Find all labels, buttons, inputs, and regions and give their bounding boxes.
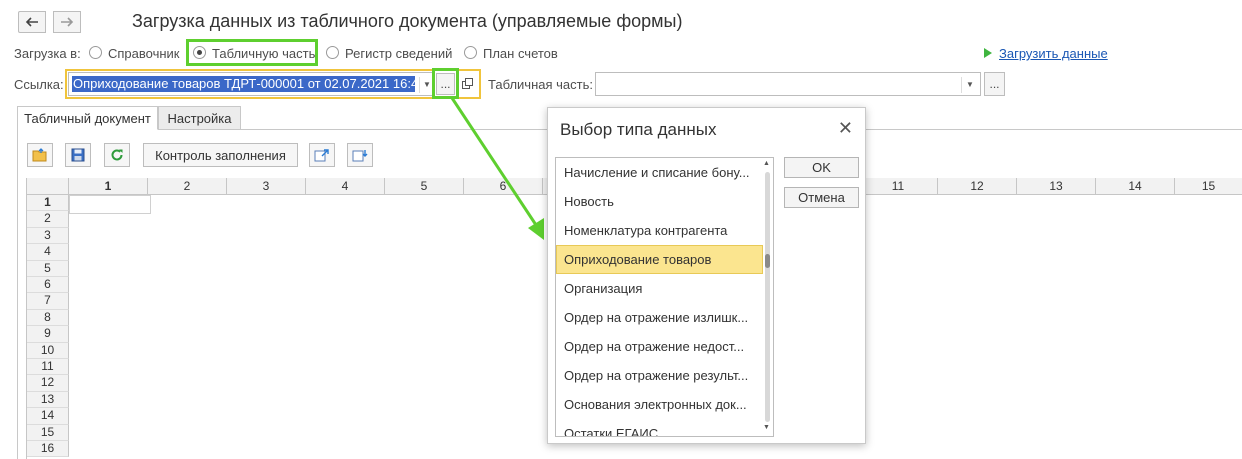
tabular-part-label: Табличная часть: <box>488 77 593 92</box>
radio-info-register[interactable] <box>326 46 339 59</box>
forward-button[interactable] <box>53 11 81 33</box>
list-item[interactable]: Новость <box>556 187 763 216</box>
column-header[interactable]: 15 <box>1175 178 1242 195</box>
list-item[interactable]: Организация <box>556 274 763 303</box>
row-header[interactable]: 3 <box>27 227 69 245</box>
list-item[interactable]: Остатки ЕГАИС <box>556 419 763 436</box>
radio-chart-of-accounts-label[interactable]: План счетов <box>483 46 558 61</box>
row-header[interactable]: 15 <box>27 424 69 441</box>
page-title: Загрузка данных из табличного документа … <box>132 11 683 31</box>
row-header[interactable]: 10 <box>27 342 69 359</box>
row-header[interactable]: 6 <box>27 277 69 294</box>
back-button[interactable] <box>18 11 46 33</box>
column-header[interactable]: 12 <box>938 178 1017 195</box>
scroll-down-icon[interactable]: ▼ <box>763 424 770 431</box>
data-type-dialog: Выбор типа данных ✕ Начисление и списани… <box>547 107 866 444</box>
row-header[interactable]: 7 <box>27 293 69 310</box>
column-header[interactable]: 14 <box>1096 178 1175 195</box>
list-scrollbar[interactable]: ▲ ▼ <box>762 158 772 436</box>
row-header[interactable]: 5 <box>27 260 69 277</box>
tabular-part-input[interactable]: ▼ <box>595 72 981 96</box>
radio-catalog[interactable] <box>89 46 102 59</box>
row-header[interactable]: 13 <box>27 391 69 409</box>
column-header[interactable]: 4 <box>306 178 385 195</box>
save-button[interactable] <box>65 143 91 167</box>
tab-spreadsheet[interactable]: Табличный документ <box>17 106 158 130</box>
reference-label: Ссылка: <box>14 77 64 92</box>
list-item[interactable]: Ордер на отражение излишк... <box>556 303 763 332</box>
close-icon[interactable]: ✕ <box>838 118 853 139</box>
list-item[interactable]: Ордер на отражение недост... <box>556 332 763 361</box>
row-header[interactable]: 12 <box>27 375 69 392</box>
refresh-button[interactable] <box>104 143 130 167</box>
radio-chart-of-accounts[interactable] <box>464 46 477 59</box>
export-button[interactable] <box>309 143 335 167</box>
scroll-thumb[interactable] <box>765 254 770 268</box>
radio-info-register-label[interactable]: Регистр сведений <box>345 46 452 61</box>
open-icon[interactable] <box>462 78 473 89</box>
row-header[interactable]: 4 <box>27 244 69 261</box>
list-item[interactable]: Основания электронных док... <box>556 390 763 419</box>
corner-cell <box>27 178 69 195</box>
play-icon <box>984 48 992 58</box>
tabular-part-dropdown-arrow[interactable]: ▼ <box>961 77 978 93</box>
column-header[interactable]: 1 <box>69 178 148 195</box>
list-item[interactable]: Ордер на отражение результ... <box>556 361 763 390</box>
folder-open-icon <box>32 148 47 162</box>
list-item[interactable]: Начисление и списание бону... <box>556 158 763 187</box>
refresh-icon <box>111 149 123 161</box>
radio-catalog-label[interactable]: Справочник <box>108 46 180 61</box>
reference-input[interactable]: Оприходование товаров ТДРТ-000001 от 02.… <box>68 72 435 96</box>
load-into-label: Загрузка в: <box>14 46 81 61</box>
list-item-selected[interactable]: Оприходование товаров <box>556 245 763 274</box>
load-data-link[interactable]: Загрузить данные <box>999 46 1108 61</box>
import-button[interactable] <box>347 143 373 167</box>
row-header[interactable]: 8 <box>27 309 69 327</box>
tab-settings[interactable]: Настройка <box>158 106 241 130</box>
radio-tabular-part[interactable] <box>193 46 206 59</box>
tabular-part-select-button[interactable]: ... <box>984 72 1005 96</box>
scroll-track <box>765 172 770 422</box>
import-icon <box>352 150 368 162</box>
column-header[interactable]: 13 <box>1017 178 1096 195</box>
list-item[interactable]: Номенклатура контрагента <box>556 216 763 245</box>
row-header[interactable]: 14 <box>27 408 69 425</box>
radio-tabular-part-label[interactable]: Табличную часть <box>212 46 315 61</box>
arrow-right-icon <box>61 17 74 27</box>
open-file-button[interactable] <box>27 143 53 167</box>
column-header[interactable]: 2 <box>148 178 227 195</box>
arrow-left-icon <box>25 17 38 27</box>
scroll-up-icon[interactable]: ▲ <box>763 160 770 167</box>
row-header[interactable]: 2 <box>27 211 69 228</box>
reference-value: Оприходование товаров ТДРТ-000001 от 02.… <box>73 76 415 91</box>
row-header[interactable]: 16 <box>27 441 69 458</box>
cancel-button[interactable]: Отмена <box>784 187 859 208</box>
export-icon <box>314 149 329 162</box>
annotation-arrow <box>450 97 544 240</box>
data-type-list[interactable]: Начисление и списание бону... Новость Но… <box>555 157 774 437</box>
ok-button[interactable]: OK <box>784 157 859 178</box>
floppy-icon <box>71 148 85 162</box>
left-border <box>17 129 18 459</box>
active-cell[interactable] <box>69 195 151 214</box>
fill-check-button[interactable]: Контроль заполнения <box>143 143 298 167</box>
column-header[interactable]: 3 <box>227 178 306 195</box>
row-header[interactable]: 11 <box>27 359 69 376</box>
row-header[interactable]: 1 <box>27 195 69 212</box>
dialog-title: Выбор типа данных <box>560 120 717 139</box>
column-header[interactable]: 11 <box>859 178 938 195</box>
row-header[interactable]: 9 <box>27 326 69 343</box>
